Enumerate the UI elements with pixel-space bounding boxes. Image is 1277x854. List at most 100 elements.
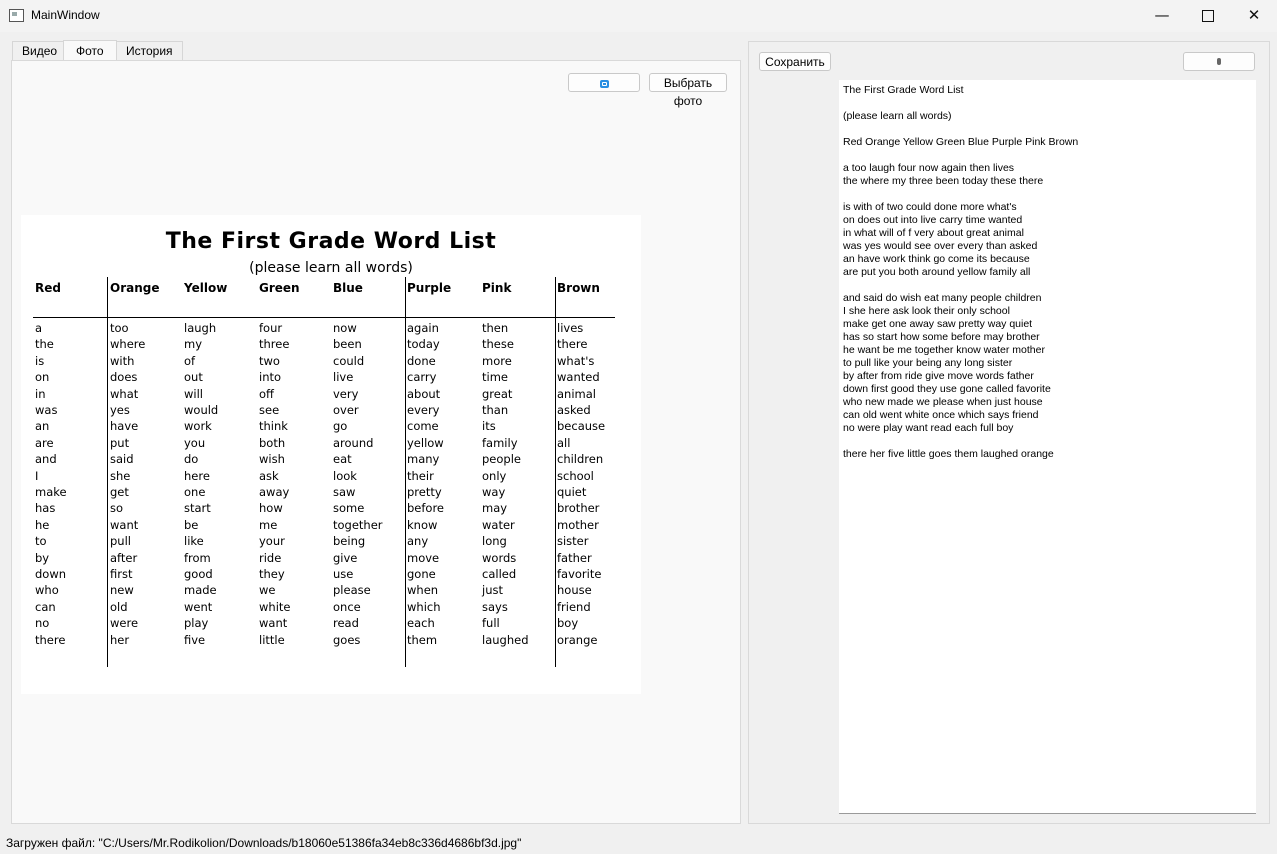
word-cell: long: [482, 534, 507, 549]
word-cell: good: [184, 567, 213, 581]
word-cell: here: [184, 468, 210, 483]
word-cell: friend: [557, 599, 591, 614]
word-cell: have: [110, 419, 139, 434]
minimize-button[interactable]: —: [1139, 0, 1185, 32]
word-cell: words: [482, 550, 517, 565]
word-cell: will: [184, 386, 203, 401]
word-cell: and: [35, 452, 57, 467]
tab-video[interactable]: Видео: [12, 41, 68, 61]
word-cell: very: [333, 386, 359, 401]
word-cell: who: [35, 583, 59, 598]
word-cell: think: [259, 419, 288, 434]
word-cell: four: [259, 321, 283, 335]
word-cell: quiet: [557, 485, 587, 499]
column-divider: [405, 277, 406, 667]
word-cell: wish: [259, 452, 285, 467]
word-cell: do: [184, 452, 199, 467]
word-cell: her: [110, 632, 130, 647]
column-header: Yellow: [184, 281, 228, 295]
word-cell: want: [259, 616, 288, 631]
word-cell: before: [407, 501, 445, 516]
word-cell: eat: [333, 452, 352, 467]
word-cell: to: [35, 534, 47, 549]
word-cell: said: [110, 452, 134, 467]
word-cell: in: [35, 386, 46, 401]
word-cell: make: [35, 485, 67, 499]
word-cell: its: [482, 419, 496, 434]
word-cell: wanted: [557, 370, 600, 385]
word-cell: sister: [557, 534, 589, 549]
word-cell: into: [259, 370, 282, 385]
save-button[interactable]: Сохранить: [759, 52, 831, 71]
status-bar: Загружен файл: "C:/Users/Mr.Rodikolion/D…: [6, 836, 522, 850]
maximize-icon: [1202, 9, 1214, 22]
word-cell: them: [407, 632, 438, 647]
word-cell: want: [110, 517, 139, 532]
word-cell: many: [407, 452, 440, 467]
word-cell: too: [110, 321, 129, 335]
header-divider: [33, 317, 615, 318]
word-cell: white: [259, 599, 291, 614]
word-cell: school: [557, 468, 594, 483]
column-header: Purple: [407, 281, 452, 295]
maximize-button[interactable]: [1185, 0, 1231, 32]
word-cell: could: [333, 353, 365, 368]
column-header: Orange: [110, 281, 160, 295]
word-cell: called: [482, 567, 517, 581]
word-cell: ask: [259, 468, 279, 483]
word-cell: goes: [333, 632, 361, 647]
word-cell: pretty: [407, 485, 442, 499]
word-cell: just: [482, 583, 503, 598]
word-cell: she: [110, 468, 131, 483]
word-cell: all: [557, 435, 571, 450]
word-cell: from: [184, 550, 211, 565]
column-divider: [107, 277, 108, 667]
word-cell: please: [333, 583, 371, 598]
app-icon: [9, 9, 24, 22]
word-cell: then: [482, 321, 509, 335]
column-header: Blue: [333, 281, 363, 295]
word-cell: time: [482, 370, 508, 385]
word-cell: of: [184, 353, 196, 368]
rotate-button[interactable]: [568, 73, 640, 92]
word-cell: is: [35, 353, 45, 368]
word-cell: was: [35, 403, 58, 417]
word-cell: again: [407, 321, 439, 335]
word-cell: ride: [259, 550, 282, 565]
word-cell: pull: [110, 534, 131, 549]
word-cell: go: [333, 419, 348, 434]
word-cell: there: [35, 632, 66, 647]
word-cell: great: [482, 386, 513, 401]
word-cell: has: [35, 501, 56, 516]
tab-photo[interactable]: Фото: [63, 40, 117, 62]
word-cell: he: [35, 517, 50, 532]
word-cell: by: [35, 550, 50, 565]
word-list-photo: The First Grade Word List (please learn …: [21, 215, 641, 694]
column-header: Green: [259, 281, 300, 295]
word-cell: my: [184, 337, 203, 352]
word-cell: laughed: [482, 632, 529, 647]
word-cell: down: [35, 567, 67, 581]
tab-history[interactable]: История: [116, 41, 183, 61]
close-button[interactable]: ✕: [1231, 0, 1277, 32]
word-cell: five: [184, 632, 206, 647]
word-cell: new: [110, 583, 134, 598]
word-cell: brother: [557, 501, 600, 516]
microphone-button[interactable]: [1183, 52, 1255, 71]
recognized-text-area[interactable]: The First Grade Word List (please learn …: [839, 80, 1256, 814]
word-cell: says: [482, 599, 508, 614]
word-cell: one: [184, 485, 206, 499]
word-cell: being: [333, 534, 366, 549]
word-cell: read: [333, 616, 359, 631]
column-header: Brown: [557, 281, 600, 295]
word-cell: first: [110, 567, 133, 581]
word-cell: yes: [110, 403, 130, 417]
word-cell: are: [35, 435, 54, 450]
photo-title: The First Grade Word List: [165, 229, 497, 254]
choose-photo-button[interactable]: Выбрать фото: [649, 73, 727, 108]
word-cell: after: [110, 550, 138, 565]
column-header: Red: [35, 281, 61, 295]
window-title: MainWindow: [31, 8, 100, 22]
word-cell: asked: [557, 403, 591, 417]
word-cell: the: [35, 337, 54, 352]
